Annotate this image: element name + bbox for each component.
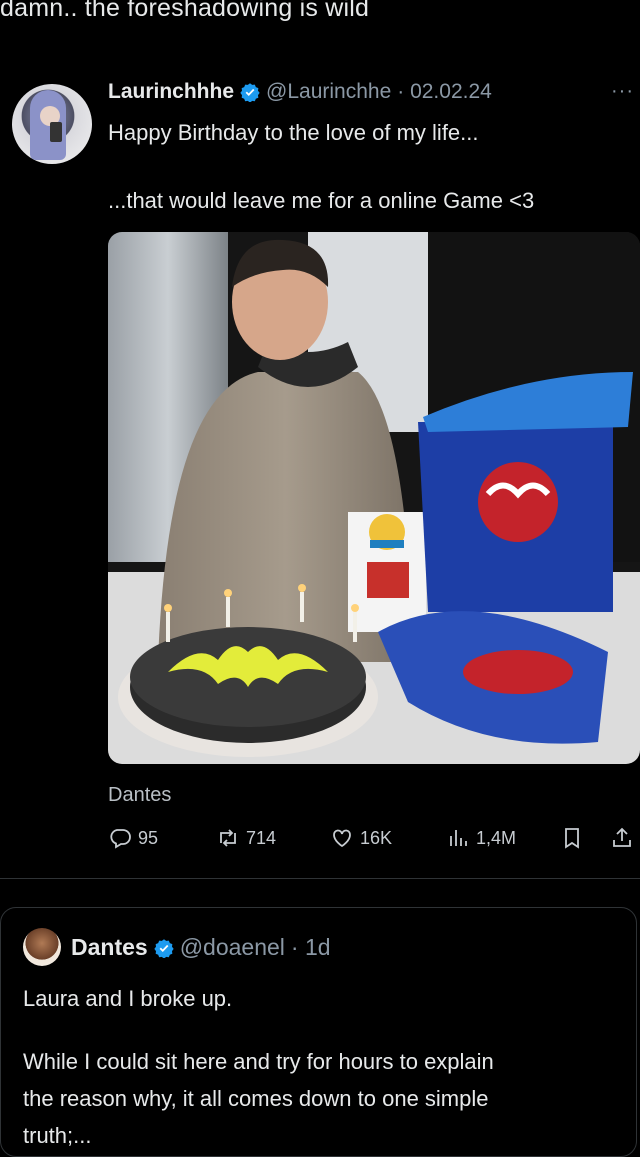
views-icon	[450, 830, 467, 846]
quoted-tweet[interactable]: Dantes @doaenel · 1d Laura and I broke u…	[0, 907, 637, 1157]
avatar-phone	[50, 122, 62, 142]
tweet-photo[interactable]	[108, 232, 640, 764]
tweet-date[interactable]: · 02.02.24	[397, 80, 492, 104]
quote-author-handle[interactable]: @doaenel	[180, 934, 285, 961]
media-source-label[interactable]: Dantes	[108, 784, 171, 807]
retweet-count: 714	[246, 827, 277, 848]
quote-header: Dantes @doaenel · 1d	[71, 934, 331, 961]
bookmark-button[interactable]	[560, 826, 584, 850]
share-button[interactable]	[610, 826, 634, 850]
views-button[interactable]: 1,4M	[446, 826, 516, 850]
verified-badge-icon	[154, 938, 174, 958]
quote-text-para2-line1: While I could sit here and try for hours…	[23, 1049, 494, 1074]
like-button[interactable]: 16K	[330, 826, 392, 850]
tweet-text-line1: Happy Birthday to the love of my life...	[108, 120, 479, 145]
reply-icon	[110, 829, 131, 849]
author-name[interactable]: Laurinchhhe	[108, 80, 234, 104]
views-count: 1,4M	[476, 827, 517, 848]
share-icon	[613, 827, 631, 847]
reply-button[interactable]: 95	[108, 826, 158, 850]
reply-count: 95	[138, 827, 159, 848]
birthday-photo-illustration	[108, 232, 640, 764]
tweet-header: Laurinchhhe @Laurinchhe · 02.02.24	[108, 80, 640, 104]
avatar[interactable]	[12, 84, 92, 164]
tweet-actions: 95 714 16K 1,4M	[108, 826, 640, 858]
author-handle[interactable]: @Laurinchhe	[266, 80, 391, 104]
quote-author-name[interactable]: Dantes	[71, 934, 148, 961]
verified-badge-icon	[240, 83, 260, 102]
bookmark-icon	[565, 828, 579, 849]
divider	[0, 878, 640, 879]
like-count: 16K	[360, 827, 393, 848]
quote-avatar[interactable]	[23, 928, 61, 966]
retweet-icon	[220, 829, 236, 847]
tweet[interactable]: Laurinchhhe @Laurinchhe · 02.02.24 ··· H…	[0, 60, 640, 880]
caption-text: damn.. the foreshadowing is wild	[0, 0, 370, 22]
heart-icon	[333, 829, 351, 848]
tweet-text-line2: ...that would leave me for a online Game…	[108, 188, 535, 213]
retweet-button[interactable]: 714	[216, 826, 276, 850]
quote-text-para2-line3: truth;...	[23, 1123, 92, 1148]
more-options-icon[interactable]: ···	[611, 80, 634, 103]
quote-text-para2-line2: the reason why, it all comes down to one…	[23, 1086, 489, 1111]
quote-text-line1: Laura and I broke up.	[23, 986, 233, 1011]
quote-time[interactable]: · 1d	[291, 934, 331, 961]
